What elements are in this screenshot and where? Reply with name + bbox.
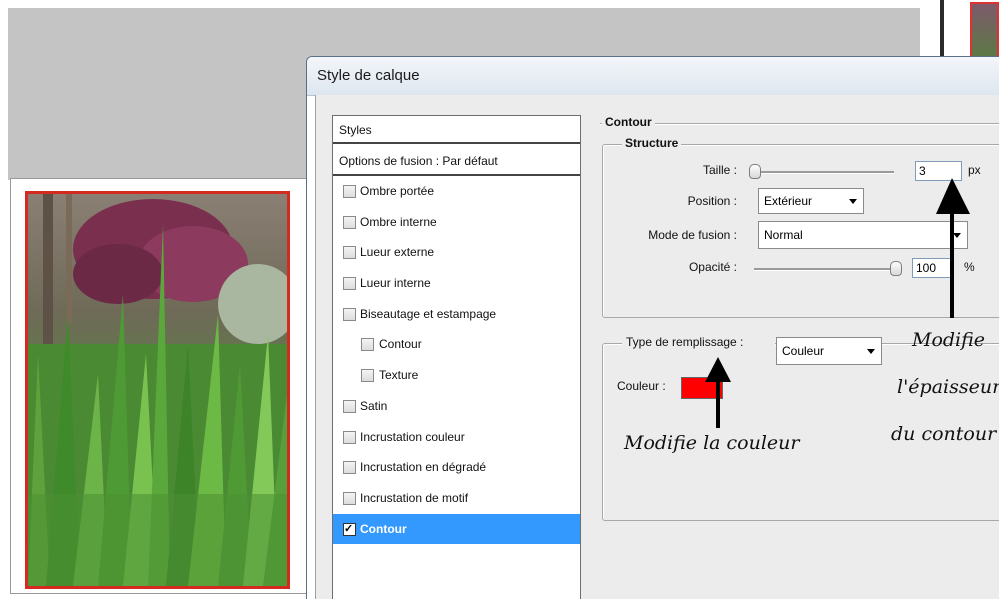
arrow-up-icon: [705, 357, 731, 428]
arrow-up-icon: [936, 178, 970, 318]
annotation-arrows: [705, 178, 970, 428]
